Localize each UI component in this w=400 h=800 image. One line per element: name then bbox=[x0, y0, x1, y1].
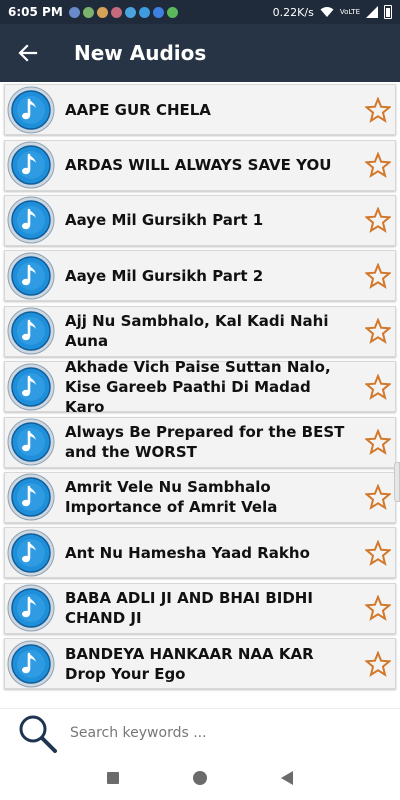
audio-card[interactable]: Aaye Mil Gursikh Part 2 bbox=[4, 250, 396, 302]
favorite-button[interactable] bbox=[361, 96, 395, 123]
music-note-icon bbox=[7, 363, 55, 411]
favorite-button[interactable] bbox=[361, 318, 395, 345]
favorite-button[interactable] bbox=[361, 484, 395, 511]
audio-card[interactable]: Akhade Vich Paise Suttan Nalo, Kise Gare… bbox=[4, 358, 396, 416]
circle-icon bbox=[192, 771, 207, 785]
app-bar: New Audios bbox=[0, 24, 400, 82]
search-icon bbox=[19, 715, 57, 753]
music-note-icon bbox=[7, 252, 55, 300]
audio-title: Amrit Vele Nu Sambhalo Importance of Amr… bbox=[65, 478, 278, 517]
music-note-icon bbox=[7, 640, 55, 688]
back-nav-button[interactable] bbox=[267, 758, 307, 798]
audio-list-item[interactable]: AAPE GUR CHELA bbox=[0, 82, 400, 137]
network-type: VoLTE bbox=[339, 7, 360, 16]
star-icon bbox=[365, 650, 391, 677]
audio-list-item[interactable]: Always Be Prepared for the BEST and the … bbox=[0, 414, 400, 469]
favorite-button[interactable] bbox=[361, 373, 395, 400]
music-note-icon bbox=[7, 529, 55, 577]
audio-list-item[interactable]: ARDAS WILL ALWAYS SAVE YOU bbox=[0, 137, 400, 192]
audio-card[interactable]: Always Be Prepared for the BEST and the … bbox=[4, 416, 396, 468]
recents-button[interactable] bbox=[93, 758, 133, 798]
audio-card[interactable]: Ajj Nu Sambhalo, Kal Kadi Nahi Auna bbox=[4, 305, 396, 357]
audio-card[interactable]: Ant Nu Hamesha Yaad Rakho bbox=[4, 527, 396, 579]
music-note-icon bbox=[7, 86, 55, 134]
audio-title: BANDEYA HANKAAR NAA KAR Drop Your Ego bbox=[65, 644, 314, 683]
audio-title: ARDAS WILL ALWAYS SAVE YOU bbox=[65, 156, 332, 175]
fast-scroll-handle[interactable] bbox=[394, 462, 400, 502]
notification-icon bbox=[96, 6, 108, 18]
audio-title: AAPE GUR CHELA bbox=[65, 100, 211, 119]
home-button[interactable] bbox=[180, 758, 220, 798]
audio-list-item[interactable]: Akhade Vich Paise Suttan Nalo, Kise Gare… bbox=[0, 358, 400, 416]
notification-icon bbox=[152, 6, 164, 18]
audio-title: BABA ADLI JI AND BHAI BIDHI CHAND JI bbox=[65, 589, 313, 628]
audio-list-item[interactable]: Aaye Mil Gursikh Part 1 bbox=[0, 193, 400, 248]
star-icon bbox=[365, 207, 391, 234]
audio-title: Aaye Mil Gursikh Part 2 bbox=[65, 266, 264, 285]
audio-title: Ajj Nu Sambhalo, Kal Kadi Nahi Auna bbox=[65, 312, 329, 351]
notification-icon bbox=[82, 6, 94, 18]
audio-card[interactable]: Amrit Vele Nu Sambhalo Importance of Amr… bbox=[4, 471, 396, 523]
search-input[interactable] bbox=[70, 724, 370, 741]
star-icon bbox=[365, 96, 391, 123]
notification-icon bbox=[124, 6, 136, 18]
audio-title: Ant Nu Hamesha Yaad Rakho bbox=[65, 543, 310, 562]
star-icon bbox=[365, 539, 391, 566]
notification-icon bbox=[110, 6, 122, 18]
status-bar: 6:05 PM 0.22K/s VoLTE bbox=[0, 0, 400, 24]
system-nav-bar bbox=[0, 756, 400, 800]
back-button[interactable] bbox=[0, 24, 56, 82]
star-icon bbox=[365, 373, 391, 400]
music-note-icon bbox=[7, 196, 55, 244]
favorite-button[interactable] bbox=[361, 429, 395, 455]
audio-card[interactable]: AAPE GUR CHELA bbox=[4, 84, 396, 136]
music-note-icon bbox=[7, 473, 55, 521]
star-icon bbox=[365, 595, 391, 622]
star-icon bbox=[365, 429, 391, 455]
star-icon bbox=[365, 262, 391, 289]
audio-list: AAPE GUR CHELA ARDAS WILL ALWAYS SAVE YO… bbox=[0, 82, 400, 691]
favorite-button[interactable] bbox=[361, 595, 395, 622]
page-title: New Audios bbox=[74, 41, 207, 65]
triangle-back-icon bbox=[280, 771, 293, 785]
notification-icon bbox=[68, 6, 80, 18]
music-note-icon bbox=[7, 418, 55, 466]
star-icon bbox=[365, 152, 391, 178]
square-icon bbox=[107, 772, 120, 784]
battery-icon bbox=[384, 5, 392, 19]
star-icon bbox=[365, 318, 391, 345]
notification-icon bbox=[166, 6, 178, 18]
music-note-icon bbox=[7, 584, 55, 632]
audio-card[interactable]: BABA ADLI JI AND BHAI BIDHI CHAND JI bbox=[4, 582, 396, 634]
music-note-icon bbox=[7, 307, 55, 355]
audio-list-item[interactable]: BABA ADLI JI AND BHAI BIDHI CHAND JI bbox=[0, 581, 400, 636]
notification-icons bbox=[68, 6, 178, 18]
star-icon bbox=[365, 484, 391, 511]
music-note-icon bbox=[7, 141, 55, 189]
audio-list-item[interactable]: Amrit Vele Nu Sambhalo Importance of Amr… bbox=[0, 470, 400, 525]
audio-list-item[interactable]: Ant Nu Hamesha Yaad Rakho bbox=[0, 525, 400, 580]
audio-card[interactable]: Aaye Mil Gursikh Part 1 bbox=[4, 194, 396, 246]
audio-title: Always Be Prepared for the BEST and the … bbox=[65, 423, 345, 462]
favorite-button[interactable] bbox=[361, 539, 395, 566]
audio-card[interactable]: ARDAS WILL ALWAYS SAVE YOU bbox=[4, 139, 396, 191]
notification-icon bbox=[138, 6, 150, 18]
arrow-back-icon bbox=[18, 44, 38, 62]
audio-list-item[interactable]: BANDEYA HANKAAR NAA KAR Drop Your Ego bbox=[0, 636, 400, 691]
audio-title: Akhade Vich Paise Suttan Nalo, Kise Gare… bbox=[65, 357, 331, 416]
wifi-icon bbox=[320, 7, 334, 17]
signal-icon bbox=[366, 6, 378, 18]
favorite-button[interactable] bbox=[361, 650, 395, 677]
favorite-button[interactable] bbox=[361, 207, 395, 234]
status-time: 6:05 PM bbox=[8, 5, 63, 19]
audio-list-item[interactable]: Ajj Nu Sambhalo, Kal Kadi Nahi Auna bbox=[0, 304, 400, 359]
favorite-button[interactable] bbox=[361, 262, 395, 289]
network-speed: 0.22K/s bbox=[272, 5, 314, 19]
audio-list-item[interactable]: Aaye Mil Gursikh Part 2 bbox=[0, 248, 400, 303]
search-bar bbox=[0, 708, 400, 756]
audio-card[interactable]: BANDEYA HANKAAR NAA KAR Drop Your Ego bbox=[4, 638, 396, 690]
favorite-button[interactable] bbox=[361, 152, 395, 178]
audio-title: Aaye Mil Gursikh Part 1 bbox=[65, 211, 264, 230]
search-button[interactable] bbox=[10, 709, 64, 757]
